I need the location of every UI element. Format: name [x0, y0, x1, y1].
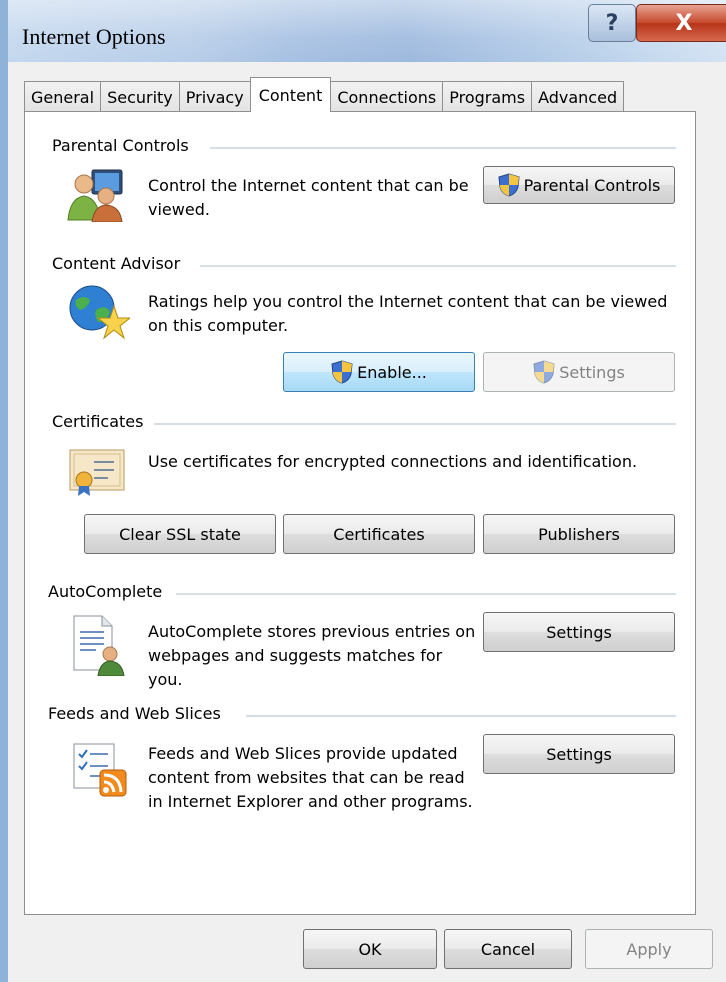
feeds-group-title: Feeds and Web Slices: [48, 704, 227, 723]
uac-shield-icon: [331, 360, 353, 384]
tab-strip: General Security Privacy Content Connect…: [24, 77, 625, 112]
tab-content[interactable]: Content: [249, 77, 332, 112]
ok-button[interactable]: OK: [303, 929, 437, 969]
certificates-description: Use certificates for encrypted connectio…: [148, 452, 638, 471]
uac-shield-icon: [533, 360, 555, 384]
tab-connections-label: Connections: [337, 87, 437, 107]
publishers-button[interactable]: Publishers: [483, 514, 675, 554]
autocomplete-group-line: [176, 593, 676, 595]
enable-button-label: Enable...: [357, 362, 427, 382]
autocomplete-group-title: AutoComplete: [48, 582, 169, 601]
autocomplete-icon: [73, 615, 125, 676]
autocomplete-settings-button[interactable]: Settings: [483, 612, 675, 652]
parental-users-icon: [67, 169, 123, 222]
parental-description: Control the Internet content that can be…: [148, 176, 469, 219]
tab-programs[interactable]: Programs: [442, 81, 533, 112]
uac-shield-icon: [498, 173, 520, 197]
tab-general-label: General: [31, 87, 95, 107]
help-icon: ?: [605, 10, 619, 36]
apply-button-label: Apply: [626, 939, 672, 959]
parental-controls-button[interactable]: Parental Controls: [483, 166, 675, 204]
feeds-description: Feeds and Web Slices provide updated con…: [148, 744, 473, 811]
feeds-settings-button[interactable]: Settings: [483, 734, 675, 774]
feeds-group-line: [246, 715, 676, 717]
certificate-icon: [69, 449, 125, 496]
cancel-button-label: Cancel: [480, 939, 536, 959]
autocomplete-description: AutoComplete stores previous entries on …: [148, 622, 476, 689]
certificates-button[interactable]: Certificates: [283, 514, 475, 554]
tab-advanced[interactable]: Advanced: [531, 81, 625, 112]
tab-security-label: Security: [107, 87, 173, 107]
close-icon: X: [675, 10, 693, 36]
certificates-group-line: [154, 423, 676, 425]
window-title: Internet Options: [22, 24, 166, 49]
parental-group-line: [210, 147, 676, 149]
globe-star-icon: [69, 285, 130, 340]
advisor-description: Ratings help you control the Internet co…: [148, 292, 668, 335]
certificates-group-title: Certificates: [52, 412, 150, 431]
tab-connections[interactable]: Connections: [330, 81, 444, 112]
certificates-button-label: Certificates: [333, 524, 425, 544]
advisor-group-title: Content Advisor: [52, 254, 187, 273]
tab-content-label: Content: [258, 85, 323, 105]
clear-ssl-state-button-label: Clear SSL state: [119, 524, 241, 544]
cancel-button[interactable]: Cancel: [444, 929, 572, 969]
publishers-button-label: Publishers: [538, 524, 620, 544]
parental-group-title: Parental Controls: [52, 136, 195, 155]
tab-privacy[interactable]: Privacy: [178, 81, 251, 112]
tab-programs-label: Programs: [449, 87, 526, 107]
tab-privacy-label: Privacy: [185, 87, 244, 107]
close-button[interactable]: X: [636, 4, 726, 42]
ok-button-label: OK: [358, 939, 382, 959]
enable-button[interactable]: Enable...: [283, 352, 475, 392]
title-bar[interactable]: Internet Options ? X: [8, 0, 726, 62]
clear-ssl-state-button[interactable]: Clear SSL state: [84, 514, 276, 554]
advisor-group-line: [200, 265, 676, 267]
feeds-settings-button-label: Settings: [546, 744, 612, 764]
parental-controls-button-label: Parental Controls: [523, 175, 661, 195]
tab-general[interactable]: General: [24, 81, 102, 112]
tab-security[interactable]: Security: [100, 81, 180, 112]
help-button[interactable]: ?: [588, 4, 636, 42]
tab-advanced-label: Advanced: [538, 87, 618, 107]
rss-feed-icon: [73, 743, 127, 797]
advisor-settings-button[interactable]: Settings: [483, 352, 675, 392]
autocomplete-settings-button-label: Settings: [546, 622, 612, 642]
advisor-settings-button-label: Settings: [559, 362, 625, 382]
apply-button[interactable]: Apply: [585, 929, 713, 969]
